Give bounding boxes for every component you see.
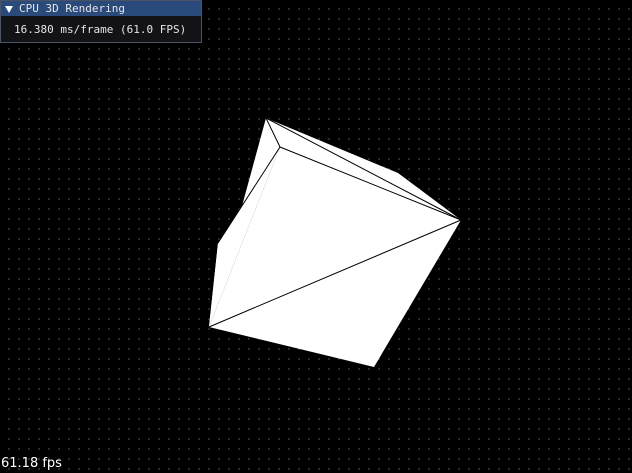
cpu-rendering-window[interactable]: CPU 3D Rendering 16.380 ms/frame (61.0 F… bbox=[0, 0, 202, 43]
render-viewport[interactable]: CPU 3D Rendering 16.380 ms/frame (61.0 F… bbox=[0, 0, 632, 473]
rendered-mesh bbox=[208, 117, 462, 367]
window-titlebar[interactable]: CPU 3D Rendering bbox=[1, 1, 201, 16]
triangle-down-icon[interactable] bbox=[5, 5, 13, 13]
frame-time-text: 16.380 ms/frame (61.0 FPS) bbox=[14, 23, 187, 36]
mesh-faces bbox=[209, 118, 461, 367]
fps-counter: 61.18 fps bbox=[1, 456, 62, 471]
window-title: CPU 3D Rendering bbox=[19, 2, 125, 15]
